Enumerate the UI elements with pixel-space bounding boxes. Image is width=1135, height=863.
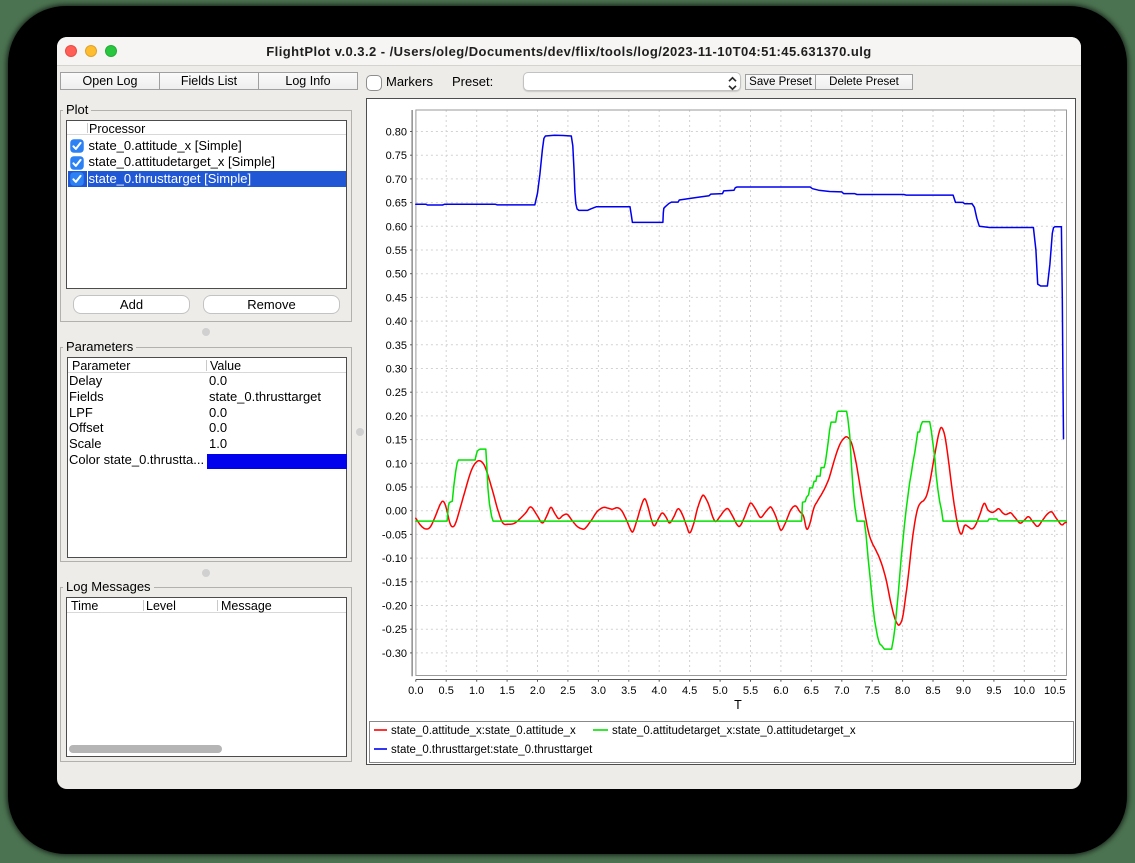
- svg-text:state_0.thrusttarget:state_0.t: state_0.thrusttarget:state_0.thrusttarge…: [391, 744, 593, 756]
- svg-text:6.0: 6.0: [773, 685, 788, 697]
- svg-text:6.5: 6.5: [804, 685, 819, 697]
- svg-text:5.5: 5.5: [743, 685, 758, 697]
- svg-text:0.20: 0.20: [386, 411, 407, 423]
- svg-text:9.0: 9.0: [956, 685, 971, 697]
- svg-text:2.0: 2.0: [530, 685, 545, 697]
- svg-text:0.75: 0.75: [386, 150, 407, 162]
- svg-text:-0.05: -0.05: [382, 529, 407, 541]
- svg-text:0.65: 0.65: [386, 198, 407, 210]
- svg-text:0.40: 0.40: [386, 316, 407, 328]
- svg-text:0.45: 0.45: [386, 292, 407, 304]
- svg-text:-0.10: -0.10: [382, 553, 407, 565]
- svg-text:0.35: 0.35: [386, 340, 407, 352]
- svg-text:10.0: 10.0: [1014, 685, 1035, 697]
- svg-text:0.5: 0.5: [439, 685, 454, 697]
- svg-text:3.0: 3.0: [591, 685, 606, 697]
- svg-text:4.5: 4.5: [682, 685, 697, 697]
- svg-text:8.0: 8.0: [895, 685, 910, 697]
- svg-text:7.5: 7.5: [865, 685, 880, 697]
- svg-text:0.05: 0.05: [386, 482, 407, 494]
- svg-text:2.5: 2.5: [560, 685, 575, 697]
- svg-text:5.0: 5.0: [712, 685, 727, 697]
- svg-text:0.60: 0.60: [386, 221, 407, 233]
- svg-text:9.5: 9.5: [986, 685, 1001, 697]
- svg-text:T: T: [734, 698, 742, 712]
- svg-text:0.70: 0.70: [386, 174, 407, 186]
- svg-text:0.30: 0.30: [386, 364, 407, 376]
- svg-text:1.0: 1.0: [469, 685, 484, 697]
- svg-text:-0.20: -0.20: [382, 601, 407, 613]
- svg-text:0.15: 0.15: [386, 435, 407, 447]
- svg-text:0.55: 0.55: [386, 245, 407, 257]
- svg-text:7.0: 7.0: [834, 685, 849, 697]
- svg-text:1.5: 1.5: [499, 685, 514, 697]
- svg-text:0.80: 0.80: [386, 127, 407, 139]
- svg-text:10.5: 10.5: [1044, 685, 1065, 697]
- svg-text:0.0: 0.0: [408, 685, 423, 697]
- svg-text:0.00: 0.00: [386, 506, 407, 518]
- svg-text:state_0.attitudetarget_x:state: state_0.attitudetarget_x:state_0.attitud…: [612, 725, 856, 737]
- svg-text:-0.25: -0.25: [382, 624, 407, 636]
- svg-text:state_0.attitude_x:state_0.att: state_0.attitude_x:state_0.attitude_x: [391, 725, 576, 737]
- svg-text:-0.30: -0.30: [382, 648, 407, 660]
- svg-text:0.50: 0.50: [386, 269, 407, 281]
- svg-text:3.5: 3.5: [621, 685, 636, 697]
- svg-text:-0.15: -0.15: [382, 577, 407, 589]
- svg-text:4.0: 4.0: [652, 685, 667, 697]
- svg-text:0.25: 0.25: [386, 387, 407, 399]
- svg-text:0.10: 0.10: [386, 458, 407, 470]
- svg-text:8.5: 8.5: [925, 685, 940, 697]
